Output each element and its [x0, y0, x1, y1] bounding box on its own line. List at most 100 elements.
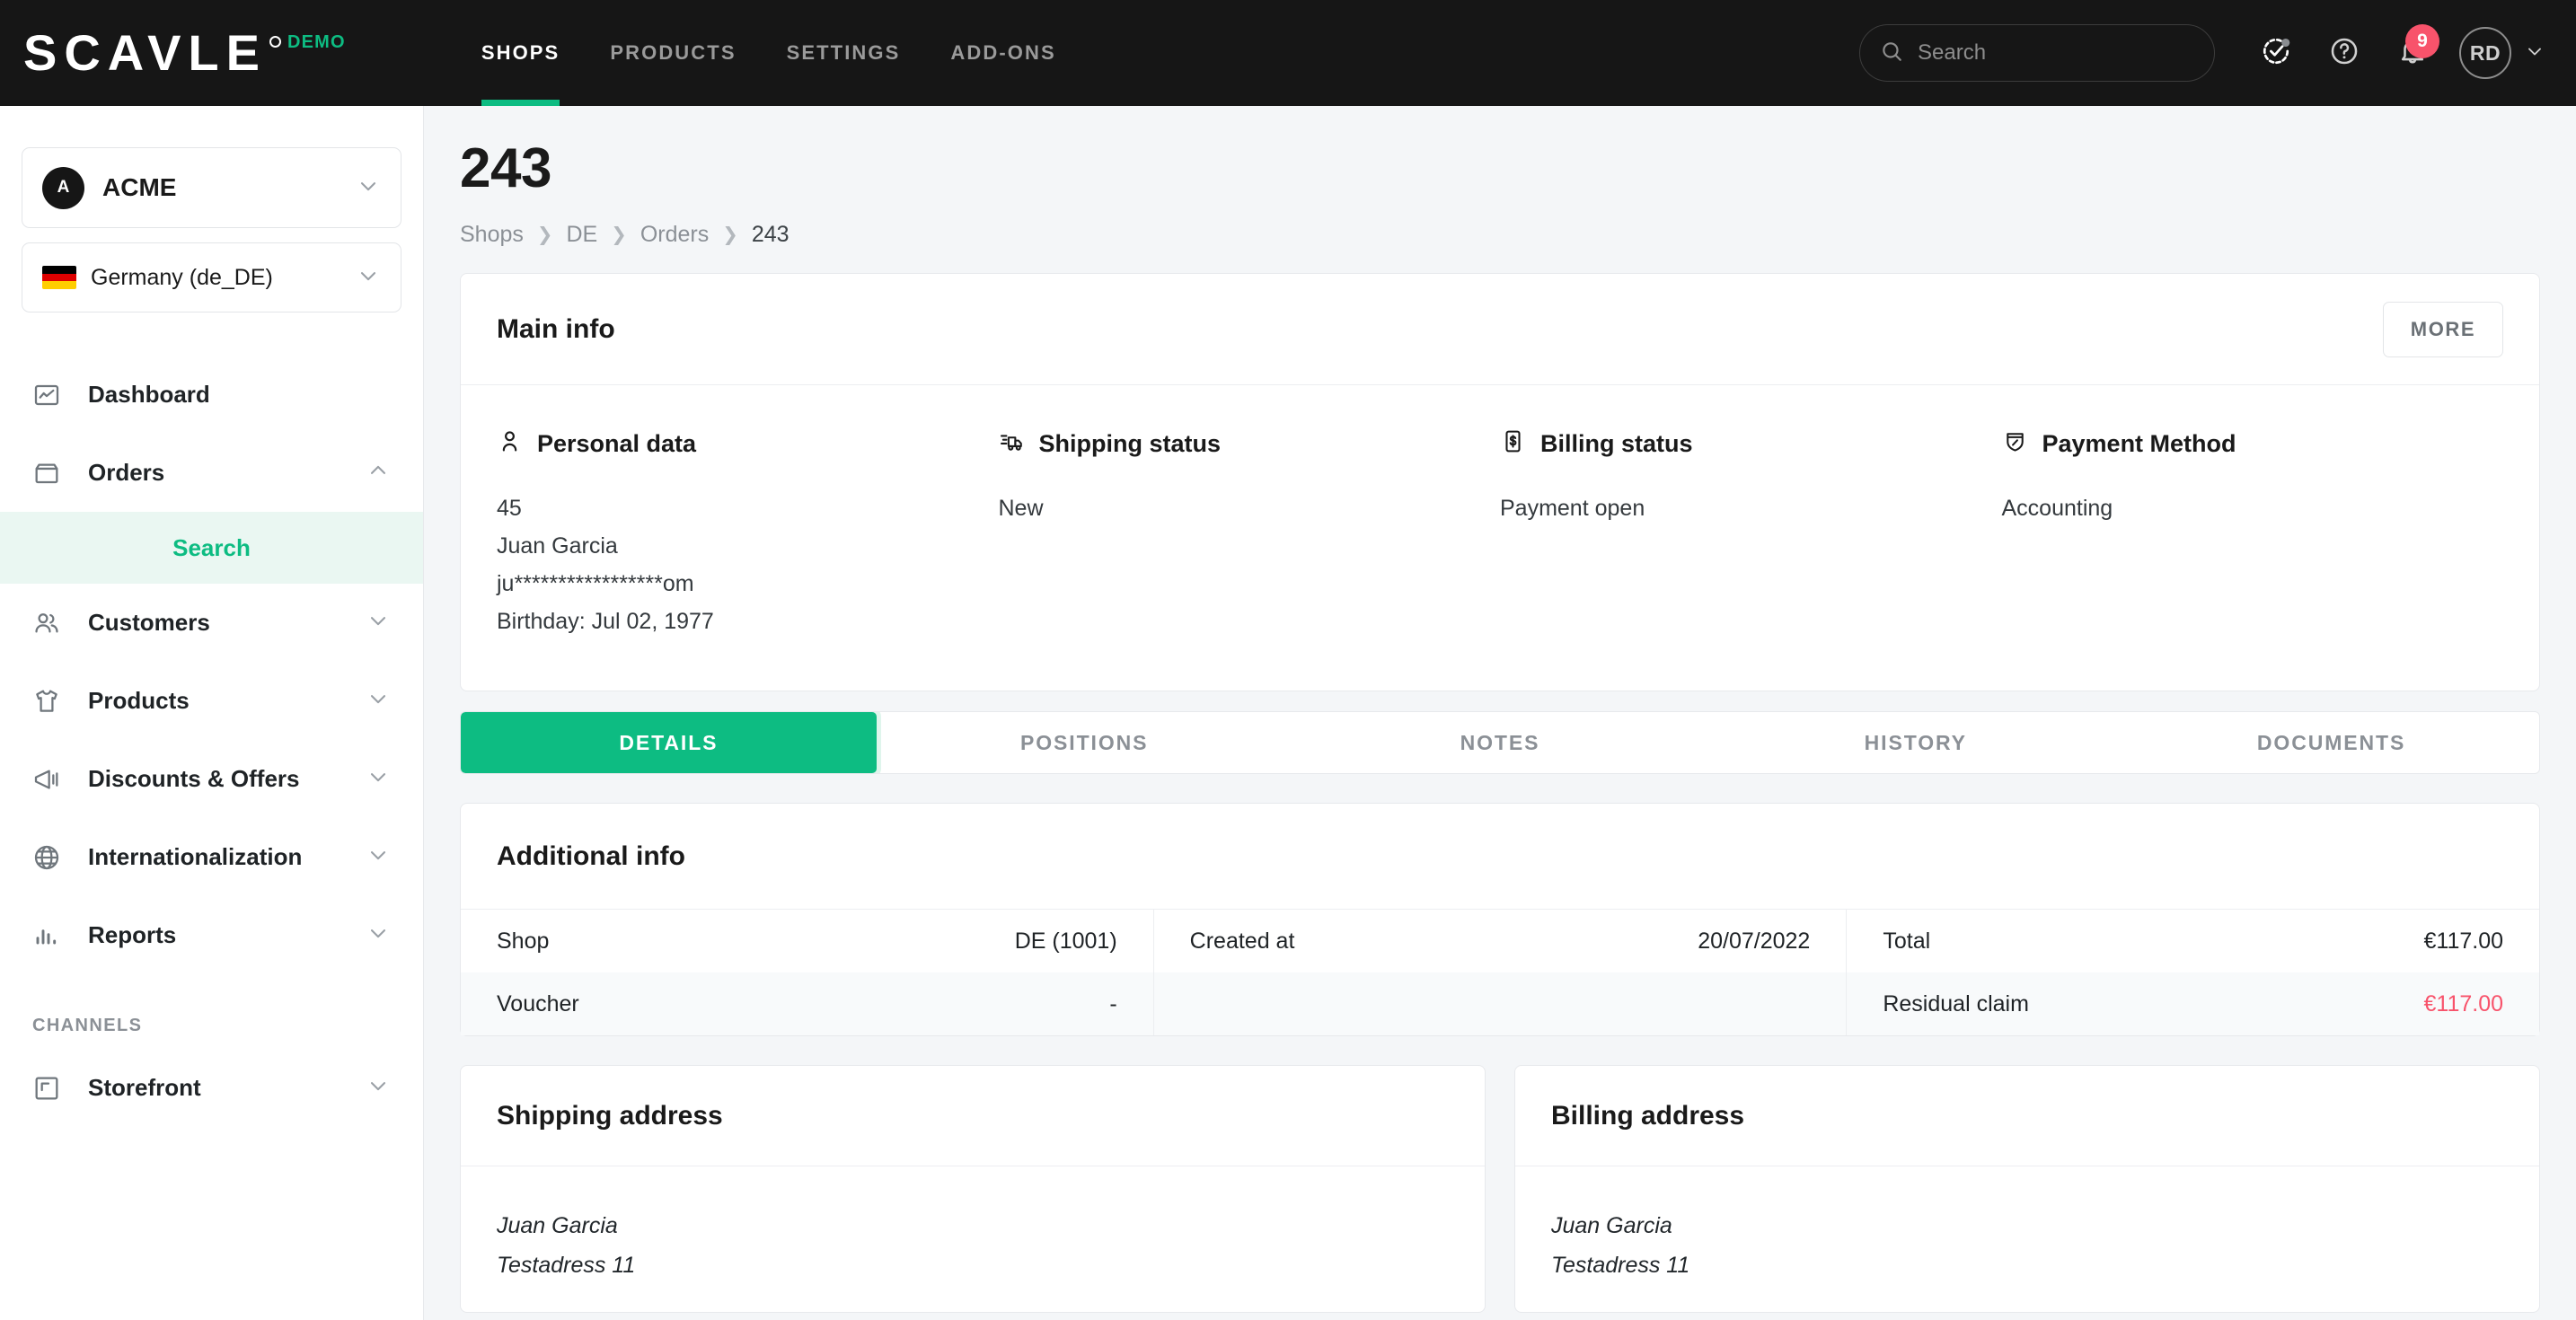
billing-status-value: Payment open [1500, 496, 1645, 521]
row-key: Total [1883, 928, 1931, 954]
sidebar-item-internationalization[interactable]: Internationalization [0, 818, 423, 896]
info-column-body: New [999, 489, 1501, 527]
demo-badge: DEMO [287, 32, 346, 52]
info-column-title: Payment Method [2042, 429, 2236, 457]
info-column-body: 45 Juan Garcia ju*****************om Bir… [497, 489, 999, 640]
megaphone-icon [32, 765, 68, 794]
notification-badge: 9 [2405, 24, 2439, 58]
locale-name: Germany (de_DE) [91, 264, 273, 290]
info-column-header: Shipping status [999, 428, 1501, 459]
row-key: Shop [497, 928, 550, 954]
more-button[interactable]: MORE [2383, 301, 2503, 357]
sidebar: A ACME Germany (de_DE) Dashboard Orders … [0, 106, 424, 1320]
payment-method-value: Accounting [2001, 496, 2113, 521]
global-search-input[interactable]: Search [1859, 24, 2215, 82]
order-tabs: DETAILS POSITIONS NOTES HISTORY DOCUMENT… [460, 711, 2540, 774]
main-info-grid: Personal data 45 Juan Garcia ju*********… [461, 385, 2539, 691]
table-row: Residual claim €117.00 [1847, 972, 2540, 1035]
storefront-frame-icon [32, 1074, 68, 1103]
nav-item-addons[interactable]: ADD-ONS [925, 0, 1081, 106]
row-value: €117.00 [2423, 928, 2504, 954]
address-cards: Shipping address Juan Garcia Testadress … [460, 1065, 2540, 1313]
chevron-down-icon [366, 920, 391, 950]
shipping-truck-icon [999, 428, 1025, 459]
breadcrumb-item-orders[interactable]: Orders [640, 222, 709, 248]
nav-item-settings[interactable]: SETTINGS [762, 0, 926, 106]
tasks-button[interactable] [2242, 19, 2310, 87]
shipping-status-value: New [998, 496, 1044, 521]
sidebar-nav: Dashboard Orders Search Customers Produc… [0, 356, 423, 1127]
info-column-payment-method: Payment Method Accounting [2002, 428, 2504, 640]
customer-birthday: Birthday: Jul 02, 1977 [497, 609, 714, 634]
sidebar-item-orders[interactable]: Orders [0, 434, 423, 512]
tab-positions[interactable]: POSITIONS [877, 712, 1292, 773]
main-content: 243 Shops ❯ DE ❯ Orders ❯ 243 Main info … [424, 106, 2576, 1320]
sidebar-item-reports[interactable]: Reports [0, 896, 423, 974]
locale-selector[interactable]: Germany (de_DE) [22, 242, 401, 312]
sidebar-item-dashboard[interactable]: Dashboard [0, 356, 423, 434]
sidebar-item-label: Orders [88, 459, 165, 486]
shipping-address-title: Shipping address [497, 1100, 723, 1131]
sidebar-item-label: Internationalization [88, 843, 303, 870]
main-nav: SHOPS PRODUCTS SETTINGS ADD-ONS [456, 0, 1081, 106]
info-column-title: Billing status [1540, 429, 1693, 457]
customers-people-icon [32, 609, 68, 638]
sidebar-item-label: Dashboard [88, 381, 210, 408]
info-column-body: Accounting [2002, 489, 2504, 527]
app-logo[interactable]: SCAVLE DEMO [23, 27, 346, 79]
notifications-button[interactable]: 9 [2378, 19, 2447, 87]
chevron-down-icon [366, 842, 391, 872]
shipping-address-body: Juan Garcia Testadress 11 [461, 1166, 1485, 1312]
info-column-header: Payment Method [2002, 428, 2504, 459]
tab-notes[interactable]: NOTES [1292, 712, 1708, 773]
chevron-down-icon [356, 173, 381, 203]
address-name: Juan Garcia [1551, 1213, 1672, 1238]
nav-item-products[interactable]: PRODUCTS [585, 0, 761, 106]
sidebar-item-orders-search[interactable]: Search [0, 512, 423, 584]
breadcrumb: Shops ❯ DE ❯ Orders ❯ 243 [460, 222, 2540, 248]
products-shirt-icon [32, 687, 68, 716]
info-column-body: Payment open [1500, 489, 2002, 527]
user-menu[interactable]: RD [2459, 27, 2545, 79]
customer-name: Juan Garcia [497, 533, 618, 559]
row-value-residual-claim: €117.00 [2423, 990, 2504, 1016]
customer-email-masked: ju*****************om [497, 571, 694, 596]
billing-address-body: Juan Garcia Testadress 11 [1515, 1166, 2539, 1312]
chevron-down-icon [2524, 40, 2545, 66]
table-row [1153, 972, 1847, 1035]
breadcrumb-item-de[interactable]: DE [567, 222, 598, 248]
row-key: Voucher [497, 990, 579, 1016]
sidebar-item-customers[interactable]: Customers [0, 584, 423, 662]
table-row: Voucher - [461, 972, 1153, 1035]
breadcrumb-separator-icon: ❯ [611, 224, 627, 245]
main-info-header: Main info MORE [461, 274, 2539, 385]
search-placeholder: Search [1918, 40, 1987, 65]
table-row: Shop DE (1001) [461, 910, 1153, 972]
tab-history[interactable]: HISTORY [1707, 712, 2123, 773]
breadcrumb-item-current: 243 [751, 222, 790, 247]
help-button[interactable] [2310, 19, 2378, 87]
sidebar-item-products[interactable]: Products [0, 662, 423, 740]
tab-documents[interactable]: DOCUMENTS [2123, 712, 2539, 773]
reports-bars-icon [32, 921, 68, 950]
nav-item-shops[interactable]: SHOPS [456, 0, 586, 106]
help-circle-icon [2329, 36, 2360, 71]
sidebar-item-discounts-offers[interactable]: Discounts & Offers [0, 740, 423, 818]
sidebar-item-label: Discounts & Offers [88, 765, 300, 792]
top-bar: SCAVLE DEMO SHOPS PRODUCTS SETTINGS ADD-… [0, 0, 2576, 106]
tenant-selector[interactable]: A ACME [22, 147, 401, 228]
avatar: RD [2459, 27, 2511, 79]
tenant-avatar: A [42, 166, 84, 209]
additional-info-title: Additional info [497, 840, 685, 871]
logo-dot-icon [269, 36, 281, 48]
sidebar-item-label: Reports [88, 921, 177, 948]
additional-info-column: Total €117.00 Residual claim €117.00 [1846, 910, 2540, 1035]
breadcrumb-item-shops[interactable]: Shops [460, 222, 524, 248]
sidebar-item-storefront[interactable]: Storefront [0, 1049, 423, 1127]
tab-details[interactable]: DETAILS [461, 712, 877, 773]
row-value: 20/07/2022 [1698, 928, 1811, 954]
row-value: - [1109, 990, 1117, 1016]
sidebar-item-label: Storefront [88, 1074, 201, 1101]
main-info-title: Main info [497, 313, 615, 344]
billing-address-header: Billing address [1515, 1066, 2539, 1166]
